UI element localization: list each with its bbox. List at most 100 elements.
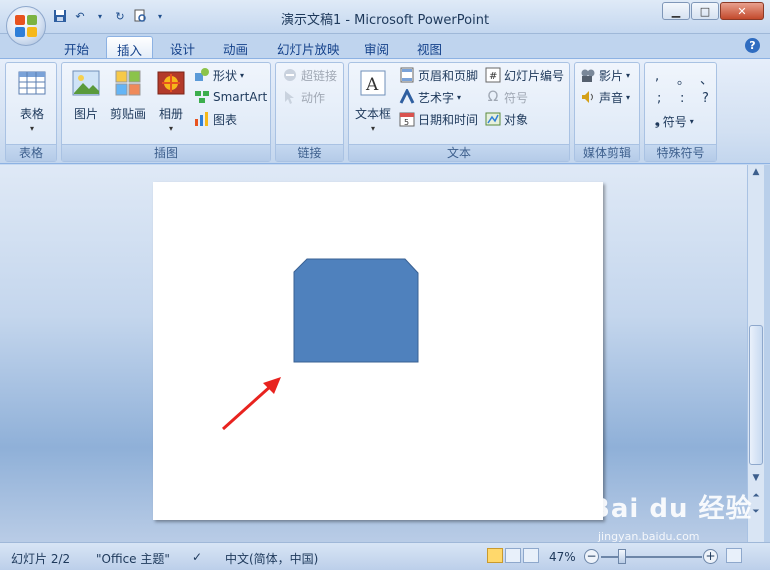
fit-to-window-button[interactable] bbox=[726, 548, 742, 563]
maximize-button[interactable]: □ bbox=[691, 2, 719, 20]
hyperlink-icon bbox=[284, 69, 296, 81]
clipart-icon bbox=[115, 70, 141, 96]
action-label: 动作 bbox=[301, 90, 326, 105]
sound-button[interactable]: 声音 ▾ bbox=[580, 87, 630, 107]
header-footer-button[interactable]: 页眉和页脚 bbox=[399, 65, 478, 85]
special-symbol-button[interactable]: ❟ 符号 ▾ bbox=[655, 111, 694, 131]
chevron-down-icon: ▾ bbox=[240, 70, 245, 80]
slide-canvas[interactable] bbox=[153, 182, 603, 520]
table-button[interactable]: 表格 ▾ bbox=[14, 68, 50, 133]
chevron-down-icon: ▾ bbox=[689, 116, 694, 126]
movie-icon bbox=[581, 69, 595, 82]
tab-insert[interactable]: 插入 bbox=[106, 36, 154, 58]
svg-text:5: 5 bbox=[404, 118, 409, 127]
symbol-period[interactable]: 。 bbox=[677, 69, 690, 88]
album-button[interactable]: 相册 ▾ bbox=[154, 68, 188, 133]
status-bar: 幻灯片 2/2 "Office 主题" ✓ 中文(简体，中国) 47% − + bbox=[0, 542, 770, 570]
textbox-label: 文本框 bbox=[354, 107, 391, 121]
shapes-label: 形状 bbox=[213, 68, 238, 83]
group-label-illustrations: 插图 bbox=[62, 144, 270, 161]
vertical-scrollbar[interactable]: ▲ ▼ ⏶ ⏷ bbox=[747, 165, 764, 542]
wordart-button[interactable]: 艺术字 ▾ bbox=[399, 87, 461, 107]
movie-button[interactable]: 影片 ▾ bbox=[580, 65, 630, 85]
slide-number-button[interactable]: # 幻灯片编号 bbox=[485, 65, 564, 85]
group-label-media: 媒体剪辑 bbox=[575, 144, 639, 161]
shapes-button[interactable]: 形状 ▾ bbox=[194, 65, 244, 85]
header-footer-icon bbox=[400, 67, 414, 83]
clipart-label: 剪贴画 bbox=[109, 107, 146, 121]
group-media: 影片 ▾ 声音 ▾ 媒体剪辑 bbox=[574, 62, 640, 162]
object-label: 对象 bbox=[504, 112, 529, 127]
clipart-button[interactable]: 剪贴画 bbox=[106, 68, 150, 122]
close-button[interactable]: ✕ bbox=[720, 2, 764, 20]
group-illustrations: 图片 剪贴画 相册 ▾ 形状 ▾ SmartArt 图表 插图 bbox=[61, 62, 271, 162]
shapes-icon bbox=[195, 68, 209, 81]
chart-button[interactable]: 图表 bbox=[194, 109, 237, 129]
group-label-tables: 表格 bbox=[6, 144, 56, 161]
minimize-button[interactable]: ▁ bbox=[662, 2, 690, 20]
help-icon[interactable]: ? bbox=[745, 38, 760, 53]
symbol-label: 符号 bbox=[504, 90, 529, 105]
scroll-down-icon[interactable]: ▼ bbox=[750, 473, 762, 485]
office-button[interactable] bbox=[6, 6, 46, 46]
tab-animations[interactable]: 动画 bbox=[213, 36, 258, 58]
title-bar: ↶ ▾ ↻ ▾ 演示文稿1 - Microsoft PowerPoint ▁ □… bbox=[0, 0, 770, 34]
tab-review[interactable]: 审阅 bbox=[354, 36, 399, 58]
window-title: 演示文稿1 - Microsoft PowerPoint bbox=[280, 13, 490, 28]
group-links: 超链接 动作 链接 bbox=[275, 62, 344, 162]
symbol-enumeration-comma[interactable]: 、 bbox=[700, 69, 713, 88]
zoom-slider-thumb[interactable] bbox=[618, 549, 626, 564]
tab-slideshow[interactable]: 幻灯片放映 bbox=[267, 36, 350, 58]
header-footer-label: 页眉和页脚 bbox=[418, 68, 479, 83]
chart-icon bbox=[195, 112, 208, 126]
action-icon bbox=[285, 91, 294, 104]
chevron-down-icon: ▾ bbox=[168, 124, 173, 133]
window-edge bbox=[764, 165, 770, 542]
bullet-icon: ❟ bbox=[655, 113, 660, 128]
zoom-out-button[interactable]: − bbox=[584, 549, 599, 564]
smartart-button[interactable]: SmartArt bbox=[194, 87, 267, 107]
sound-label: 声音 bbox=[599, 90, 624, 105]
tab-view[interactable]: 视图 bbox=[407, 36, 452, 58]
scroll-thumb[interactable] bbox=[749, 325, 763, 465]
album-label: 相册 bbox=[158, 107, 183, 121]
spellcheck-icon[interactable]: ✓ bbox=[192, 550, 202, 564]
symbol-comma[interactable]: , bbox=[655, 69, 659, 84]
zoom-slider-track[interactable] bbox=[601, 556, 702, 558]
group-label-text: 文本 bbox=[349, 144, 569, 161]
watermark-logo: Bai du 经验 bbox=[590, 494, 753, 524]
slide-sorter-button[interactable] bbox=[505, 548, 521, 563]
scroll-up-icon[interactable]: ▲ bbox=[750, 167, 762, 179]
language[interactable]: 中文(简体，中国) bbox=[225, 550, 318, 567]
group-text: A 文本框 ▾ 页眉和页脚 艺术字 ▾ 5 日期和时间 # 幻灯片编号 Ω 符号… bbox=[348, 62, 570, 162]
datetime-button[interactable]: 5 日期和时间 bbox=[399, 109, 478, 129]
group-special-symbols: , 。 、 ; : ? ❟ 符号 ▾ 特殊符号 bbox=[644, 62, 717, 162]
zoom-in-button[interactable]: + bbox=[703, 549, 718, 564]
normal-view-button[interactable] bbox=[487, 548, 503, 563]
zoom-level[interactable]: 47% bbox=[549, 550, 576, 564]
group-label-links: 链接 bbox=[276, 144, 343, 161]
chart-label: 图表 bbox=[213, 112, 238, 127]
action-button[interactable]: 动作 bbox=[282, 87, 325, 107]
object-button[interactable]: 对象 bbox=[485, 109, 528, 129]
slide-count: 幻灯片 2/2 bbox=[11, 552, 71, 566]
textbox-button[interactable]: A 文本框 ▾ bbox=[353, 68, 393, 133]
hyperlink-button[interactable]: 超链接 bbox=[282, 65, 337, 85]
smartart-label: SmartArt bbox=[213, 90, 268, 104]
tab-design[interactable]: 设计 bbox=[160, 36, 205, 58]
picture-button[interactable]: 图片 bbox=[68, 68, 104, 122]
wordart-icon bbox=[399, 89, 415, 104]
snip-corner-rectangle-shape[interactable] bbox=[293, 258, 419, 363]
photo-album-icon bbox=[157, 71, 185, 95]
symbol-colon[interactable]: : bbox=[680, 91, 684, 106]
slideshow-view-button[interactable] bbox=[523, 548, 539, 563]
symbol-semicolon[interactable]: ; bbox=[657, 91, 661, 106]
tab-home[interactable]: 开始 bbox=[54, 36, 99, 58]
svg-text:A: A bbox=[365, 75, 379, 95]
symbol-button-text[interactable]: Ω 符号 bbox=[485, 87, 528, 107]
symbol-question[interactable]: ? bbox=[702, 91, 709, 106]
table-icon bbox=[18, 71, 46, 95]
theme-name: "Office 主题" bbox=[96, 552, 170, 566]
ribbon: 表格 ▾ 表格 图片 剪贴画 相册 ▾ 形状 ▾ SmartArt 图表 插图 … bbox=[0, 58, 770, 164]
chevron-down-icon: ▾ bbox=[457, 92, 462, 102]
